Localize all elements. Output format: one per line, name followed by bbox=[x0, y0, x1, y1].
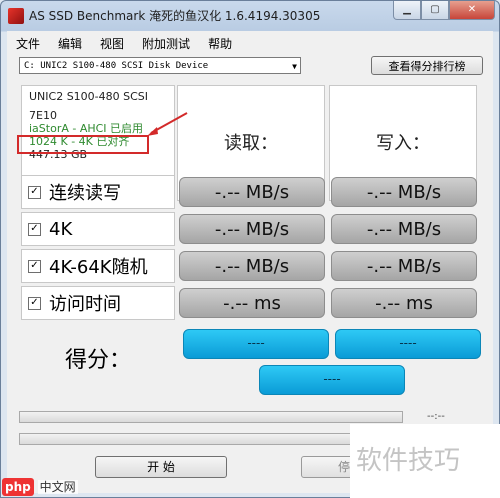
row-label-4k64[interactable]: ✓ 4K-64K随机 bbox=[21, 249, 175, 283]
menu-view[interactable]: 视图 bbox=[91, 33, 133, 53]
checkbox-icon[interactable]: ✓ bbox=[28, 259, 41, 273]
row-label-4k[interactable]: ✓ 4K bbox=[21, 212, 175, 246]
app-icon bbox=[8, 8, 24, 24]
result-access-read: -.-- ms bbox=[179, 288, 325, 318]
result-access-write: -.-- ms bbox=[331, 288, 477, 318]
menu-help[interactable]: 帮助 bbox=[199, 33, 241, 53]
drive-select-value: C: UNIC2 S100-480 SCSI Disk Device bbox=[24, 61, 209, 71]
watermark-logo: php 中文网 bbox=[2, 478, 98, 496]
menu-edit[interactable]: 编辑 bbox=[49, 33, 91, 53]
ranking-button[interactable]: 查看得分排行榜 bbox=[371, 56, 483, 75]
score-label: 得分： bbox=[64, 348, 131, 373]
row-label-text: 访问时间 bbox=[49, 294, 121, 315]
checkbox-icon[interactable]: ✓ bbox=[28, 296, 41, 310]
score-total: ---- bbox=[259, 365, 405, 395]
watermark-logo-php: php bbox=[2, 478, 34, 496]
row-label-text: 4K-64K随机 bbox=[49, 257, 148, 278]
title-bar[interactable]: AS SSD Benchmark 淹死的鱼汉化 1.6.4194.30305 ▁… bbox=[1, 1, 499, 31]
window-controls: ▁ ▢ ✕ bbox=[393, 1, 495, 21]
drive-select[interactable]: C: UNIC2 S100-480 SCSI Disk Device ▼ bbox=[19, 57, 301, 74]
menu-extra-tests[interactable]: 附加测试 bbox=[133, 33, 199, 53]
menu-bar: 文件 编辑 视图 附加测试 帮助 bbox=[7, 33, 241, 53]
chevron-down-icon[interactable]: ▼ bbox=[292, 58, 297, 75]
result-seq-write: -.-- MB/s bbox=[331, 177, 477, 207]
watermark-text: 软件技巧 bbox=[356, 446, 461, 476]
row-label-text: 4K bbox=[49, 218, 73, 240]
score-write: ---- bbox=[335, 329, 481, 359]
result-seq-read: -.-- MB/s bbox=[179, 177, 325, 207]
checkbox-icon[interactable]: ✓ bbox=[28, 222, 41, 236]
drive-model: UNIC2 S100-480 SCSI bbox=[29, 90, 149, 103]
row-label-seq[interactable]: ✓ 连续读写 bbox=[21, 175, 175, 209]
result-4k-read: -.-- MB/s bbox=[179, 214, 325, 244]
row-label-text: 连续读写 bbox=[49, 183, 121, 204]
maximize-icon[interactable]: ▢ bbox=[421, 1, 449, 20]
progress-bar-secondary bbox=[19, 433, 403, 445]
close-icon[interactable]: ✕ bbox=[449, 1, 495, 20]
start-button[interactable]: 开 始 bbox=[95, 456, 227, 478]
elapsed-timer: --:-- bbox=[427, 411, 445, 422]
row-label-access[interactable]: ✓ 访问时间 bbox=[21, 286, 175, 320]
annotation-arrow-icon bbox=[147, 112, 188, 136]
alignment-highlight bbox=[17, 135, 149, 154]
menu-file[interactable]: 文件 bbox=[7, 33, 49, 53]
result-4k64-write: -.-- MB/s bbox=[331, 251, 477, 281]
result-4k-write: -.-- MB/s bbox=[331, 214, 477, 244]
window-title: AS SSD Benchmark 淹死的鱼汉化 1.6.4194.30305 bbox=[29, 9, 321, 23]
checkbox-icon[interactable]: ✓ bbox=[28, 185, 41, 199]
result-4k64-read: -.-- MB/s bbox=[179, 251, 325, 281]
score-read: ---- bbox=[183, 329, 329, 359]
watermark-logo-cn: 中文网 bbox=[37, 480, 78, 494]
progress-bar-primary bbox=[19, 411, 403, 423]
minimize-icon[interactable]: ▁ bbox=[393, 1, 421, 20]
